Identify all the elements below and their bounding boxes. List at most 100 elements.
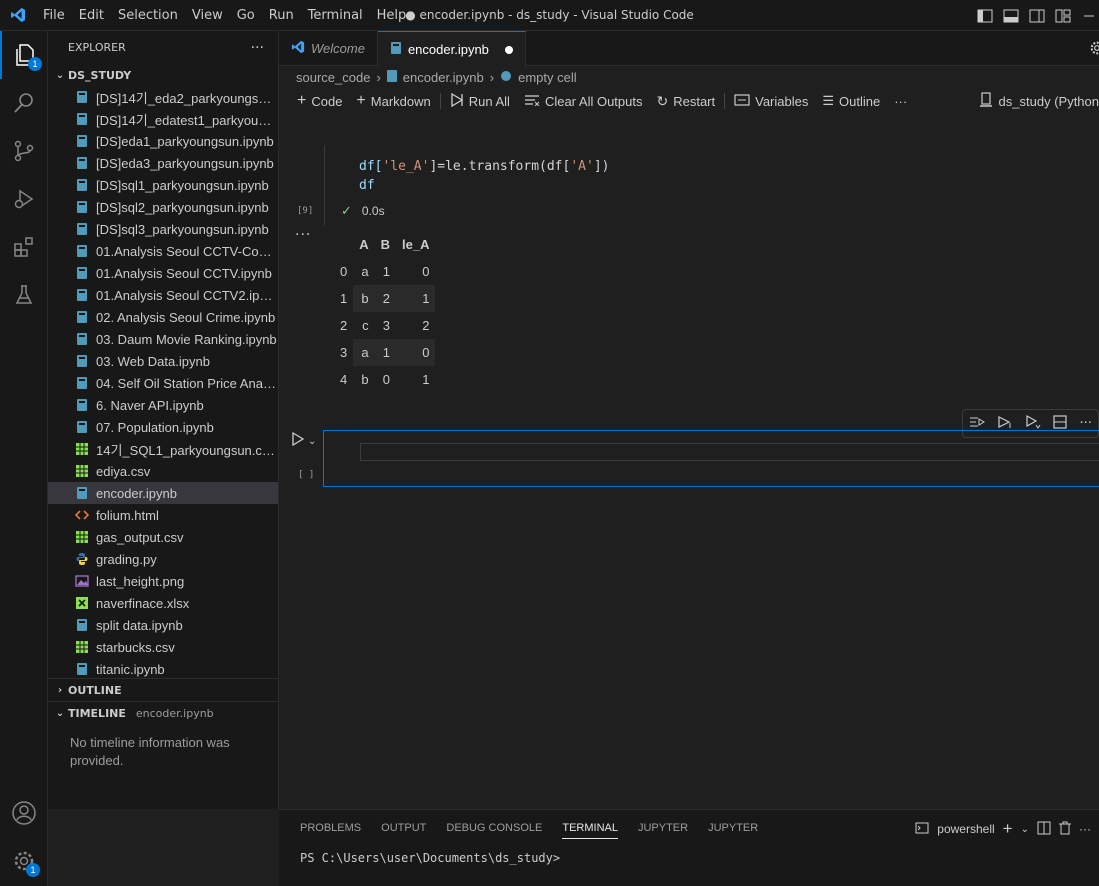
breadcrumb-file[interactable]: encoder.ipynb (403, 70, 484, 85)
explorer-more-button[interactable]: ··· (251, 40, 264, 56)
file-item[interactable]: [DS]14기_edatest1_parkyoungsun.ipynb (48, 108, 278, 130)
clear-outputs-button[interactable]: Clear All Outputs (517, 90, 650, 112)
file-item[interactable]: ediya.csv (48, 460, 278, 482)
tab-jupyter[interactable]: JUPYTER (628, 810, 698, 845)
cell-more-icon[interactable]: ··· (1079, 416, 1091, 431)
cell-editor-input[interactable] (360, 443, 1099, 461)
search-icon[interactable] (0, 79, 48, 127)
toolbar-more-button[interactable]: ··· (887, 90, 914, 112)
source-control-icon[interactable] (0, 127, 48, 175)
restart-button[interactable]: ↻ Restart (649, 90, 722, 112)
file-item[interactable]: 01.Analysis Seoul CCTV.ipynb (48, 262, 278, 284)
file-item[interactable]: [DS]sql1_parkyoungsun.ipynb (48, 174, 278, 196)
file-item[interactable]: grading.py (48, 548, 278, 570)
code-token: df[ (359, 159, 383, 174)
notebook-file-icon (74, 221, 90, 237)
chevron-down-icon: ⌄ (55, 69, 65, 81)
menu-terminal[interactable]: Terminal (301, 0, 370, 31)
file-item[interactable]: [DS]sql3_parkyoungsun.ipynb (48, 218, 278, 240)
menu-selection[interactable]: Selection (111, 0, 185, 31)
file-item[interactable]: last_height.png (48, 570, 278, 592)
trash-icon[interactable] (1059, 821, 1071, 838)
toggle-primary-sidebar-icon[interactable] (975, 6, 995, 26)
chevron-down-icon[interactable]: ⌄ (1021, 824, 1029, 835)
outline-section-header[interactable]: › OUTLINE (48, 679, 278, 701)
file-item[interactable]: folium.html (48, 504, 278, 526)
outline-button[interactable]: ☰ Outline (815, 90, 887, 112)
notebook-file-icon (74, 287, 90, 303)
file-item[interactable]: [DS]sql2_parkyoungsun.ipynb (48, 196, 278, 218)
minimize-icon[interactable] (1079, 6, 1099, 26)
file-name: [DS]eda1_parkyoungsun.ipynb (96, 133, 274, 149)
shell-name[interactable]: powershell (937, 822, 994, 836)
chevron-down-icon[interactable]: ⌄ (308, 436, 316, 447)
testing-flask-icon[interactable] (0, 271, 48, 319)
tab-welcome[interactable]: Welcome (279, 31, 378, 66)
table-cell: 0 (396, 339, 436, 366)
file-item[interactable]: 03. Web Data.ipynb (48, 350, 278, 372)
file-name: 03. Web Data.ipynb (96, 353, 210, 369)
run-all-button[interactable]: Run All (443, 90, 517, 112)
file-item[interactable]: titanic.ipynb (48, 658, 278, 678)
breadcrumb-folder[interactable]: source_code (296, 70, 370, 85)
terminal-prompt[interactable]: PS C:\Users\user\Documents\ds_study> (279, 845, 1099, 865)
file-item[interactable]: [DS]eda3_parkyoungsun.ipynb (48, 152, 278, 174)
editor-tabs: Welcome encoder.ipynb (279, 31, 1099, 67)
tab-jupyter-2[interactable]: JUPYTER (698, 810, 768, 845)
kernel-picker[interactable]: ds_study (Python (979, 92, 1099, 111)
file-item[interactable]: [DS]14기_eda2_parkyoungsun.ipynb (48, 86, 278, 108)
run-debug-icon[interactable] (0, 175, 48, 223)
manage-gear-icon[interactable]: 1 (0, 837, 48, 885)
variables-label: Variables (755, 93, 809, 109)
active-code-cell[interactable] (323, 430, 1099, 487)
menu-edit[interactable]: Edit (72, 0, 111, 31)
file-item[interactable]: 14기_SQL1_parkyoungsun.csv.csv (48, 438, 278, 460)
csv-file-icon (74, 529, 90, 545)
tab-terminal[interactable]: TERMINAL (552, 810, 628, 845)
file-item[interactable]: naverfinace.xlsx (48, 592, 278, 614)
accounts-icon[interactable] (0, 789, 48, 837)
variables-button[interactable]: Variables (727, 90, 815, 112)
file-item[interactable]: 02. Analysis Seoul Crime.ipynb (48, 306, 278, 328)
extensions-icon[interactable] (0, 223, 48, 271)
panel-more-icon[interactable]: ··· (1079, 822, 1091, 836)
explorer-icon[interactable]: 1 (0, 31, 48, 79)
file-item[interactable]: [DS]eda1_parkyoungsun.ipynb (48, 130, 278, 152)
file-item[interactable]: encoder.ipynb (48, 482, 278, 504)
menu-file[interactable]: File (36, 0, 72, 31)
tab-encoder[interactable]: encoder.ipynb (377, 31, 526, 67)
new-terminal-plus-icon[interactable]: + (1003, 819, 1013, 839)
menu-view[interactable]: View (185, 0, 230, 31)
file-item[interactable]: 03. Daum Movie Ranking.ipynb (48, 328, 278, 350)
unsaved-dot-icon[interactable] (504, 45, 513, 54)
toggle-secondary-sidebar-icon[interactable] (1027, 6, 1047, 26)
toggle-panel-icon[interactable] (1001, 6, 1021, 26)
file-item[interactable]: 6. Naver API.ipynb (48, 394, 278, 416)
split-terminal-icon[interactable] (1037, 821, 1051, 838)
timeline-section-header[interactable]: ⌄ TIMELINE encoder.ipynb (48, 702, 278, 724)
code-cell[interactable]: df['le_A']=le.transform(df['A']) df (324, 145, 1099, 225)
menu-help[interactable]: Help (370, 0, 414, 31)
file-item[interactable]: 04. Self Oil Station Price Analysis.ipyn… (48, 372, 278, 394)
add-code-button[interactable]: + Code (290, 90, 349, 112)
file-item[interactable]: 07. Population.ipynb (48, 416, 278, 438)
run-cell-button[interactable]: ⌄ (292, 431, 316, 450)
tab-problems[interactable]: PROBLEMS (290, 810, 371, 845)
file-item[interactable]: split data.ipynb (48, 614, 278, 636)
file-item[interactable]: 01.Analysis Seoul CCTV-Copy1.ipynb (48, 240, 278, 262)
tab-output[interactable]: OUTPUT (371, 810, 436, 845)
output-more-button[interactable]: ··· (295, 227, 311, 243)
settings-gear-icon[interactable] (1089, 40, 1099, 60)
timeline-file: encoder.ipynb (135, 706, 214, 720)
file-item[interactable]: 01.Analysis Seoul CCTV2.ipynb (48, 284, 278, 306)
menu-run[interactable]: Run (262, 0, 301, 31)
file-item[interactable]: gas_output.csv (48, 526, 278, 548)
customize-layout-icon[interactable] (1053, 6, 1073, 26)
file-item[interactable]: starbucks.csv (48, 636, 278, 658)
menu-go[interactable]: Go (230, 0, 262, 31)
tab-debug-console[interactable]: DEBUG CONSOLE (436, 810, 552, 845)
breadcrumb-cell[interactable]: empty cell (518, 70, 577, 85)
folder-header[interactable]: ⌄ DS_STUDY (48, 64, 278, 86)
add-markdown-button[interactable]: + Markdown (349, 90, 437, 112)
cell-source[interactable]: df['le_A']=le.transform(df['A']) df (359, 157, 609, 195)
